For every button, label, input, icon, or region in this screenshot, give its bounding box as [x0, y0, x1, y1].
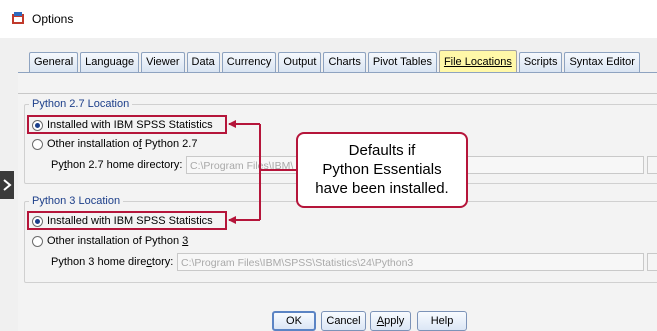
left-edge-badge	[0, 171, 14, 199]
chevron-right-icon	[3, 179, 12, 191]
ok-button[interactable]: OK	[272, 311, 316, 331]
apply-button-accel: A	[376, 315, 385, 327]
callout-line-2: Python Essentials	[322, 161, 442, 178]
callout-line-1: Defaults if	[348, 142, 416, 159]
callout-line-3: have been installed.	[315, 180, 449, 197]
apply-button[interactable]: Apply	[370, 311, 411, 331]
apply-button-rest: pply	[384, 315, 405, 327]
annotation-callout: Defaults if Python Essentials have been …	[296, 132, 468, 208]
cancel-button[interactable]: Cancel	[321, 311, 366, 331]
help-button[interactable]: Help	[417, 311, 467, 331]
